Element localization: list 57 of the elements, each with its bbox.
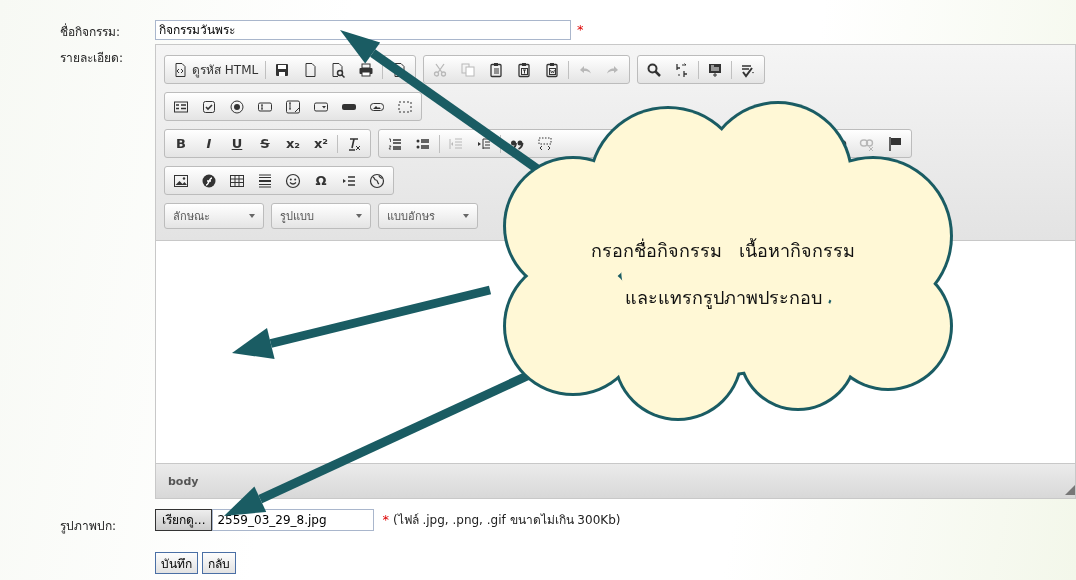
field-label: รูปภาพปก: <box>60 518 118 535</box>
field-label: ชื่อกิจกรรม: <box>60 22 122 41</box>
cut-icon <box>432 61 449 78</box>
save-icon <box>274 61 291 78</box>
element-path: body <box>168 474 199 488</box>
image-icon <box>173 172 189 189</box>
browse-button[interactable]: เรียกดู... <box>155 508 213 531</box>
search-icon <box>646 61 663 78</box>
code-icon <box>172 61 188 78</box>
resize-handle-icon[interactable] <box>1065 485 1075 495</box>
page-icon <box>302 61 319 78</box>
radio-icon <box>229 98 245 115</box>
outdent-icon <box>448 135 464 152</box>
copy-icon <box>460 61 477 78</box>
field-label: รายละเอียด: <box>60 50 125 67</box>
combo-dropdown[interactable]: แบบอักษร <box>378 203 478 229</box>
back-button[interactable]: กลับ <box>202 552 236 574</box>
toolbar-button[interactable]: Ω <box>307 168 335 193</box>
caret-icon <box>356 214 362 218</box>
paste-icon <box>488 61 505 78</box>
file-hint: (ไฟล์ .jpg, .png, .gif ขนาดไม่เกิน 300Kb) <box>392 512 621 529</box>
checkbox-icon <box>201 98 217 115</box>
toolbar-button[interactable]: x² <box>307 131 335 156</box>
toolbar-button[interactable]: U <box>223 131 251 156</box>
print-icon <box>358 61 375 78</box>
numbered-list-icon <box>387 135 403 152</box>
required-mark: * <box>382 512 389 527</box>
save-button[interactable]: บันทึก <box>155 552 198 574</box>
activity-name-field[interactable]: กิจกรรมวันพระ <box>155 19 571 40</box>
clear-format-icon <box>346 135 362 152</box>
preview-icon <box>330 61 347 78</box>
indent-icon <box>476 135 492 152</box>
paste-plain-icon <box>516 61 533 78</box>
text-area-icon <box>285 98 301 115</box>
paste-word-icon <box>544 61 561 78</box>
toolbar-button[interactable]: S <box>251 131 279 156</box>
smiley-icon <box>285 172 301 189</box>
caret-icon <box>249 214 255 218</box>
horizontal-rule-icon <box>257 172 273 189</box>
div-icon <box>537 135 553 152</box>
table-icon <box>229 172 245 189</box>
toolbar-button[interactable]: ดูรหัส HTML <box>167 57 264 82</box>
form-icon <box>173 98 189 115</box>
toolbar-button[interactable]: x₂ <box>279 131 307 156</box>
combo-dropdown[interactable]: ลักษณะ <box>164 203 264 229</box>
required-mark: * <box>577 22 584 37</box>
combo-dropdown[interactable]: รูปแบบ <box>271 203 371 229</box>
toolbar-button[interactable]: B <box>167 131 195 156</box>
hidden-field-icon <box>397 98 413 115</box>
flash-icon <box>201 172 217 189</box>
document-icon <box>391 61 408 78</box>
flag-icon <box>887 135 903 152</box>
caret-icon <box>463 214 469 218</box>
callout-text: และแทรกรูปภาพประกอบ <box>624 286 822 311</box>
toolbar-button[interactable]: I <box>195 131 223 156</box>
file-name-field[interactable]: 2559_03_29_8.jpg <box>212 508 375 531</box>
callout-text: กรอกชื่อกิจกรรม เนื้อหากิจกรรม <box>590 237 856 263</box>
